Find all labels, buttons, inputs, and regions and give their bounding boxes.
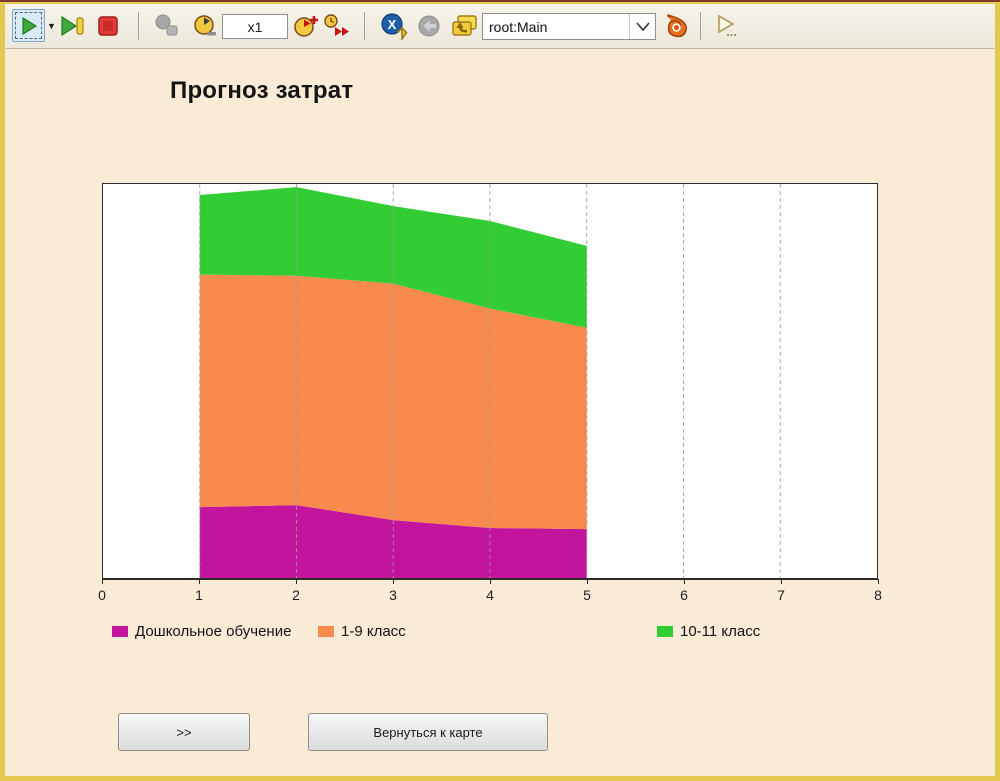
speed-input[interactable] (222, 14, 288, 39)
x-axis-tick-label: 7 (777, 587, 785, 603)
navigate-back-disabled-icon (415, 11, 445, 41)
navigate-up-icon (452, 15, 477, 36)
navigate-up-button[interactable] (450, 11, 480, 41)
stop-icon (98, 16, 118, 36)
chart-plot-area (102, 183, 878, 580)
x-axis-tick (781, 579, 782, 584)
viewport-combobox[interactable]: root:Main (482, 13, 656, 40)
toolbar: ▼ x1 X root:Main (5, 4, 995, 49)
x-axis-tick (199, 579, 200, 584)
x-axis-tick (587, 579, 588, 584)
navigate-top-icon: X (381, 13, 408, 40)
navigate-top-button[interactable]: X (380, 11, 410, 41)
x-axis-tick-label: 2 (292, 587, 300, 603)
legend-label: 10-11 класс (680, 622, 761, 640)
virtual-time-disabled-icon (152, 11, 182, 41)
chevron-down-icon[interactable] (629, 14, 655, 39)
legend-label: 1-9 класс (341, 622, 406, 640)
slow-down-button[interactable] (190, 11, 220, 41)
window-top-edge (0, 0, 1000, 2)
slow-down-icon (194, 15, 216, 36)
legend-item: 1-9 класс (318, 621, 406, 641)
legend-swatch (657, 625, 673, 637)
legend-swatch (318, 625, 334, 637)
forward-button[interactable]: >> (118, 713, 250, 751)
anylogic-logo-button[interactable] (662, 11, 692, 41)
x-axis-tick (102, 579, 103, 584)
real-time-toggle-button[interactable] (322, 11, 352, 41)
real-time-toggle-icon (324, 14, 349, 36)
run-experiment-button[interactable] (712, 11, 742, 41)
legend-swatch (112, 625, 128, 637)
x-axis-tick-label: 5 (583, 587, 591, 603)
x-axis-tick-label: 0 (98, 587, 106, 603)
chart-canvas (199, 184, 781, 578)
x-axis-tick-label: 4 (486, 587, 494, 603)
toolbar-separator (138, 12, 139, 40)
legend-item: Дошкольное обучение (112, 621, 291, 641)
legend-item: 10-11 класс (657, 621, 760, 641)
svg-text:X: X (388, 17, 397, 32)
anylogic-logo-icon (667, 14, 687, 38)
x-axis-tick-label: 3 (389, 587, 397, 603)
speed-up-icon (294, 16, 318, 37)
step-run-icon (61, 15, 84, 37)
speed-up-button[interactable] (292, 11, 322, 41)
toolbar-separator (364, 12, 365, 40)
x-axis-tick-label: 1 (195, 587, 203, 603)
x-axis-tick (393, 579, 394, 584)
legend-label: Дошкольное обучение (135, 622, 292, 640)
step-run-button[interactable] (58, 11, 88, 41)
x-axis: 0 1 2 3 4 5 6 7 8 (98, 579, 882, 609)
back-to-map-button[interactable]: Вернуться к карте (308, 713, 548, 751)
x-axis-tick (296, 579, 297, 584)
x-axis-tick-label: 8 (874, 587, 882, 603)
page-title: Прогноз затрат (170, 77, 354, 104)
toolbar-separator (700, 12, 701, 40)
run-button[interactable] (12, 9, 45, 42)
app-window: ▼ x1 X root:Main Прогноз затрат 0 1 2 3 … (0, 0, 1000, 781)
focus-rect (15, 12, 42, 39)
viewport-combobox-value: root:Main (489, 18, 548, 35)
x-axis-tick (490, 579, 491, 584)
x-axis-tick (878, 579, 879, 584)
x-axis-tick-label: 6 (680, 587, 688, 603)
stop-button[interactable] (93, 11, 123, 41)
run-dropdown-arrow[interactable]: ▼ (47, 21, 56, 31)
x-axis-tick (684, 579, 685, 584)
run-experiment-icon (718, 14, 736, 36)
